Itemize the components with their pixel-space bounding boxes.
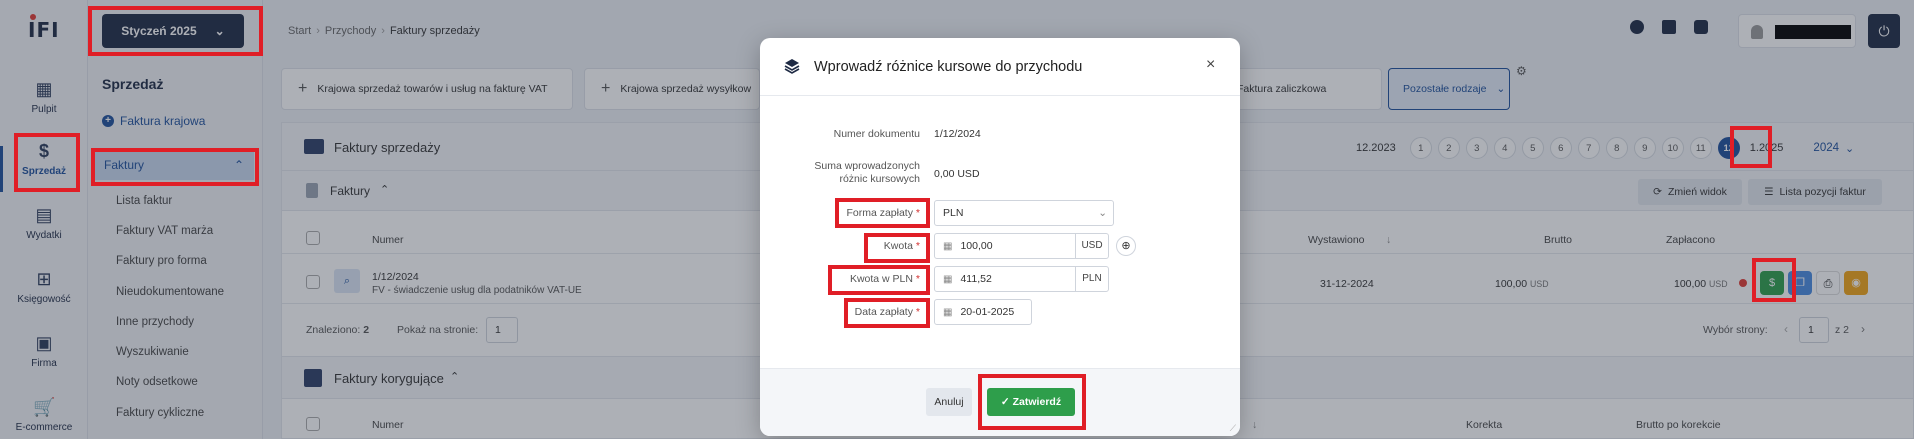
close-icon[interactable]: × [1206, 56, 1215, 74]
payment-date-label: Data zapłaty * [760, 306, 920, 319]
document-number-value: 1/12/2024 [934, 128, 981, 140]
resize-handle-icon[interactable]: ⟋ [1230, 423, 1236, 434]
sum-label-line1: Suma wprowadzonych [814, 160, 920, 172]
amount-pln-currency: PLN [1075, 266, 1109, 292]
add-circle-icon[interactable]: ⊕ [1116, 236, 1136, 256]
amount-pln-input[interactable]: ▦ 411,52 [934, 266, 1076, 292]
amount-value: 100,00 [960, 240, 993, 252]
required-mark: * [915, 240, 920, 252]
label-text: Data zapłaty [854, 306, 913, 318]
payment-date-value: 20-01-2025 [960, 306, 1015, 318]
calculator-icon: ▦ [943, 273, 953, 285]
sum-value: 0,00 USD [934, 168, 980, 180]
amount-pln-value: 411,52 [960, 273, 992, 285]
required-mark: * [915, 306, 920, 318]
confirm-label: Zatwierdź [1012, 396, 1062, 408]
cancel-button[interactable]: Anuluj [926, 388, 972, 416]
amount-input[interactable]: ▦ 100,00 [934, 233, 1076, 259]
modal-title: Wprowadź różnice kursowe do przychodu [814, 59, 1083, 75]
calendar-icon: ▦ [943, 306, 953, 318]
modal-header: Wprowadź różnice kursowe do przychodu × [760, 38, 1240, 96]
sum-label-line2: różnic kursowych [839, 173, 920, 185]
modal-footer: Anuluj ✓ Zatwierdź ⟋ [760, 368, 1240, 436]
label-text: Kwota w PLN [849, 273, 913, 285]
calculator-icon: ▦ [943, 240, 953, 252]
required-mark: * [915, 273, 920, 285]
payment-form-select[interactable]: PLN ⌄ [934, 200, 1114, 226]
chevron-down-icon: ⌄ [1098, 207, 1107, 219]
label-text: Kwota [883, 240, 913, 252]
amount-currency: USD [1075, 233, 1109, 259]
sum-label: Suma wprowadzonych różnic kursowych [760, 160, 920, 186]
layers-icon [784, 59, 800, 74]
required-mark: * [915, 207, 920, 219]
payment-form-label: Forma zapłaty * [760, 207, 920, 220]
amount-pln-label: Kwota w PLN * [760, 273, 920, 286]
label-text: Forma zapłaty [846, 207, 913, 219]
exchange-difference-modal: Wprowadź różnice kursowe do przychodu × … [760, 38, 1240, 436]
check-icon: ✓ [1000, 396, 1010, 408]
document-number-label: Numer dokumentu [833, 128, 920, 140]
payment-form-value: PLN [943, 207, 964, 219]
amount-label: Kwota * [760, 240, 920, 253]
payment-date-input[interactable]: ▦ 20-01-2025 [934, 299, 1032, 325]
confirm-button[interactable]: ✓ Zatwierdź [987, 388, 1075, 416]
